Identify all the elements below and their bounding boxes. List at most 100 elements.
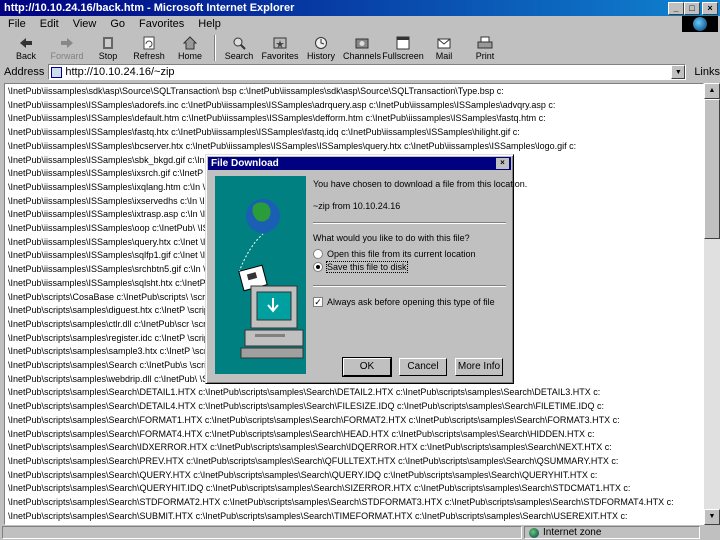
- maximize-button[interactable]: □: [684, 2, 700, 15]
- mail-label: Mail: [435, 51, 453, 61]
- forward-label: Forward: [50, 51, 84, 61]
- file-listing-line: \InetPub\iissamples\sdk\asp\Source\SQLTr…: [8, 86, 504, 96]
- print-button[interactable]: Print: [465, 33, 505, 63]
- address-label: Address: [4, 66, 45, 78]
- download-illustration: [215, 176, 306, 374]
- security-zone: Internet zone: [524, 526, 700, 539]
- dialog-question-text: What would you like to do with this file…: [313, 233, 470, 243]
- favorites-label: Favorites: [261, 51, 299, 61]
- file-listing-line: \InetPub\iissamples\ISSamples\fastq.htx …: [8, 127, 520, 138]
- print-label: Print: [475, 51, 495, 61]
- refresh-button[interactable]: Refresh: [129, 33, 169, 63]
- dialog-title-bar[interactable]: File Download ×: [208, 157, 511, 170]
- mail-icon: [437, 38, 451, 49]
- file-listing-line: \InetPub\iissamples\ISSamples\bcserver.h…: [8, 140, 577, 151]
- forward-arrow-icon: [61, 38, 73, 48]
- stop-button[interactable]: Stop: [88, 33, 128, 63]
- fullscreen-label: Fullscreen: [382, 51, 424, 61]
- forward-button[interactable]: Forward: [47, 33, 87, 63]
- save-file-label: Save this file to disk: [326, 261, 408, 273]
- file-listing-line: \InetPub\scripts\samples\Search\QUERYHIT…: [8, 483, 631, 494]
- save-file-option[interactable]: Save this file to disk: [313, 261, 408, 273]
- favorites-button[interactable]: Favorites: [260, 33, 300, 63]
- file-listing-line: \InetPub\iissamples\ISSamples\adorefs.in…: [8, 99, 556, 110]
- status-text: [2, 526, 522, 539]
- menu-file[interactable]: File: [8, 18, 26, 30]
- mail-button[interactable]: Mail: [424, 33, 464, 63]
- search-label: Search: [224, 51, 254, 61]
- refresh-icon: [143, 36, 155, 50]
- back-arrow-icon: [20, 38, 32, 48]
- dialog-source-text: ~zip from 10.10.24.16: [313, 201, 401, 211]
- back-button[interactable]: Back: [6, 33, 46, 63]
- window-title: http://10.10.24.16/back.htm - Microsoft …: [4, 2, 295, 14]
- save-file-radio[interactable]: [313, 262, 323, 272]
- file-listing-line: \InetPub\scripts\samples\Search\DETAIL1.…: [8, 387, 601, 398]
- close-button[interactable]: ×: [702, 2, 718, 15]
- window-controls: _ □ ×: [668, 2, 718, 15]
- file-listing-line: \InetPub\scripts\samples\Search\QUERY.HT…: [8, 469, 598, 480]
- menu-edit[interactable]: Edit: [40, 18, 59, 30]
- address-input[interactable]: http://10.10.24.16/~zip ▼: [48, 64, 687, 80]
- status-bar: Internet zone: [0, 525, 720, 540]
- menu-help[interactable]: Help: [198, 18, 221, 30]
- dialog-divider: [313, 222, 506, 224]
- scroll-down-button[interactable]: ▼: [704, 509, 720, 525]
- channels-label: Channels: [342, 51, 382, 61]
- menu-bar: File Edit View Go Favorites Help: [0, 16, 720, 32]
- address-dropdown-button[interactable]: ▼: [671, 65, 686, 79]
- scroll-up-button[interactable]: ▲: [704, 83, 720, 99]
- print-icon: [477, 36, 493, 49]
- dialog-divider-2: [313, 285, 506, 287]
- always-ask-label: Always ask before opening this type of f…: [327, 297, 495, 307]
- ie-logo: [682, 16, 718, 32]
- open-file-radio[interactable]: [313, 249, 323, 259]
- dialog-title: File Download: [211, 158, 279, 169]
- file-listing-line: \InetPub\scripts\samples\Search\SUBMIT.H…: [8, 510, 628, 521]
- home-button[interactable]: Home: [170, 33, 210, 63]
- scroll-thumb[interactable]: [704, 99, 720, 239]
- minimize-button[interactable]: _: [668, 2, 684, 15]
- address-value: http://10.10.24.16/~zip: [65, 66, 175, 78]
- open-file-label: Open this file from its current location: [327, 249, 476, 259]
- file-listing-line: \InetPub\scripts\samples\Search\PREV.HTX…: [8, 455, 619, 466]
- page-icon: [51, 66, 63, 78]
- home-icon: [182, 36, 198, 50]
- links-button[interactable]: Links: [694, 66, 720, 78]
- refresh-label: Refresh: [133, 51, 165, 61]
- menu-favorites[interactable]: Favorites: [139, 18, 184, 30]
- menu-view[interactable]: View: [73, 18, 97, 30]
- download-computer-icon: [238, 199, 304, 359]
- file-listing-line: \InetPub\scripts\samples\Search\IDXERROR…: [8, 442, 612, 453]
- file-listing-line: \InetPub\iissamples\ISSamples\default.ht…: [8, 113, 546, 124]
- file-listing-line: \InetPub\scripts\samples\Search\STDFORMA…: [8, 497, 674, 508]
- vertical-scrollbar[interactable]: ▲ ▼: [704, 83, 720, 525]
- channels-icon: [355, 38, 369, 49]
- fullscreen-icon: [396, 36, 410, 50]
- toolbar: Back Forward Stop Refresh Home Search Fa…: [0, 33, 720, 63]
- history-button[interactable]: History: [301, 33, 341, 63]
- open-file-option[interactable]: Open this file from its current location: [313, 249, 476, 259]
- home-label: Home: [177, 51, 202, 61]
- always-ask-checkbox[interactable]: ✓: [313, 297, 323, 307]
- search-icon: [233, 37, 246, 50]
- file-listing-line: \InetPub\scripts\samples\Search\FORMAT1.…: [8, 414, 620, 425]
- favorites-icon: [273, 37, 287, 49]
- dialog-close-button[interactable]: ×: [496, 158, 509, 169]
- more-info-button[interactable]: More Info: [455, 358, 503, 376]
- channels-button[interactable]: Channels: [342, 33, 382, 63]
- back-label: Back: [15, 51, 36, 61]
- history-icon: [315, 37, 327, 49]
- internet-zone-icon: [529, 527, 539, 538]
- ok-button[interactable]: OK: [342, 357, 392, 377]
- fullscreen-button[interactable]: Fullscreen: [382, 33, 424, 63]
- history-label: History: [306, 51, 335, 61]
- window-title-bar[interactable]: http://10.10.24.16/back.htm - Microsoft …: [0, 0, 720, 16]
- cancel-button[interactable]: Cancel: [399, 358, 447, 376]
- address-bar: Address http://10.10.24.16/~zip ▼ Links: [0, 63, 720, 81]
- dialog-intro-text: You have chosen to download a file from …: [313, 179, 528, 189]
- toolbar-separator: [214, 35, 216, 61]
- search-button[interactable]: Search: [219, 33, 259, 63]
- menu-go[interactable]: Go: [110, 18, 125, 30]
- always-ask-option[interactable]: ✓ Always ask before opening this type of…: [313, 297, 495, 307]
